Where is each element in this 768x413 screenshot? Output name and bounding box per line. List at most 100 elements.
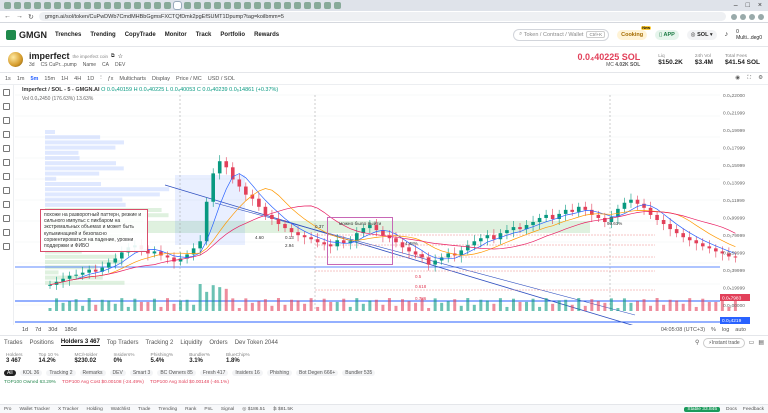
browser-tab[interactable] (64, 2, 71, 9)
browser-tab[interactable] (144, 2, 151, 9)
tab-item[interactable]: Trades (4, 340, 22, 346)
browser-tab[interactable] (254, 2, 261, 9)
usd-sol-toggle[interactable]: USD / SOL (208, 76, 235, 82)
browser-tab[interactable] (74, 2, 81, 9)
token-link-name[interactable]: Name (83, 62, 96, 68)
nav-trending[interactable]: Trending (90, 32, 115, 38)
nav-rewards[interactable]: Rewards (254, 32, 279, 38)
camera-icon[interactable]: ◉ (735, 75, 740, 82)
nav-trenches[interactable]: Trenches (55, 32, 81, 38)
tab-item[interactable]: Orders (209, 340, 227, 346)
interval-15m[interactable]: 15m (44, 76, 55, 82)
token-link-ca[interactable]: CA (102, 62, 109, 68)
extension-icon[interactable] (740, 13, 746, 20)
browser-tab[interactable] (14, 2, 21, 9)
footer-link[interactable]: Watchlist (111, 407, 130, 412)
footer-link[interactable]: Trending (158, 407, 177, 412)
browser-tab[interactable] (194, 2, 201, 9)
wallet-menu[interactable]: 0 Multi...deg0 (736, 29, 762, 41)
footer-link[interactable]: Holding (86, 407, 102, 412)
browser-tab[interactable] (294, 2, 301, 9)
browser-tab[interactable] (34, 2, 41, 9)
browser-tab[interactable] (244, 2, 251, 9)
browser-tab[interactable] (184, 2, 191, 9)
filter-chip[interactable]: Smart 3 (129, 369, 154, 376)
filter-chip[interactable]: DEV (109, 369, 126, 376)
analysis-note[interactable]: похоже на разворотный паттерн, резкие и … (40, 209, 148, 253)
interval-5m[interactable]: 5m (30, 76, 38, 82)
browser-tab[interactable] (154, 2, 161, 9)
range-1d[interactable]: 1d (22, 327, 28, 333)
browser-tab[interactable] (134, 2, 141, 9)
trash-icon[interactable] (3, 243, 10, 250)
filter-chip[interactable]: All (4, 369, 16, 376)
tab-item[interactable]: Tracking 2 (146, 340, 174, 346)
range-7d[interactable]: 7d (35, 327, 41, 333)
footer-link[interactable]: Trade (138, 407, 150, 412)
footer-link[interactable]: Pro (4, 407, 11, 412)
crosshair-icon[interactable] (3, 89, 10, 96)
close-icon[interactable]: × (758, 2, 762, 9)
profile-icon[interactable] (758, 13, 764, 20)
nav-copytrade[interactable]: CopyTrade (125, 32, 156, 38)
interval-4H[interactable]: 4H (74, 76, 81, 82)
fib-icon[interactable] (3, 117, 10, 124)
tab-item[interactable]: Dev Token 2044 (235, 340, 278, 346)
browser-tab[interactable] (314, 2, 321, 9)
browser-tab[interactable] (4, 2, 11, 9)
interval-1H[interactable]: 1H (61, 76, 68, 82)
browser-tab[interactable] (104, 2, 111, 9)
range-30d[interactable]: 30d (48, 327, 57, 333)
browser-tab[interactable] (214, 2, 221, 9)
network-select[interactable]: ◎ SOL ▾ (686, 29, 717, 40)
filter-chip[interactable]: Bundler 535 (342, 369, 376, 376)
browser-tab[interactable] (84, 2, 91, 9)
maximize-icon[interactable]: □ (746, 2, 750, 9)
filter-chip[interactable]: KOL 36 (19, 369, 43, 376)
expand-icon[interactable]: ▭ (749, 339, 755, 346)
browser-tab[interactable] (274, 2, 281, 9)
footer-link[interactable]: Signal (221, 407, 234, 412)
feedback-link[interactable]: Feedback (743, 407, 764, 412)
browser-tab[interactable] (334, 2, 341, 9)
browser-tab[interactable] (124, 2, 131, 9)
browser-tab[interactable] (264, 2, 271, 9)
percent-toggle[interactable]: % (711, 327, 716, 333)
instant-trade-button[interactable]: ⚡Instant trade (703, 337, 745, 348)
filter-chip[interactable]: Fresh 417 (199, 369, 229, 376)
text-icon[interactable] (3, 145, 10, 152)
footer-link[interactable]: Rank (185, 407, 196, 412)
browser-tab[interactable] (54, 2, 61, 9)
browser-tab[interactable] (44, 2, 51, 9)
back-icon[interactable]: ← (4, 13, 11, 20)
extension-icon[interactable] (731, 13, 737, 20)
browser-tab[interactable] (204, 2, 211, 9)
filter-chip[interactable]: Bot Degen 666+ (296, 369, 339, 376)
browser-tab[interactable] (24, 2, 31, 9)
log-toggle[interactable]: log (722, 327, 729, 333)
interval-1s[interactable]: 1s (5, 76, 11, 82)
tab-item[interactable]: Liquidity (180, 340, 202, 346)
exit-note[interactable]: можно было выйти (327, 217, 393, 265)
bell-icon[interactable]: ♪ (725, 31, 729, 38)
indicators-icon[interactable]: ƒx (108, 76, 114, 82)
search-input[interactable]: ⌕ Token / Contract / Wallet Ctrl+K (513, 28, 610, 41)
cooking-button[interactable]: Cooking New (617, 25, 652, 40)
footer-link[interactable]: PnL (204, 407, 213, 412)
interval-1D[interactable]: 1D (87, 76, 94, 82)
copy-icon[interactable]: ⧉ (111, 53, 115, 59)
footer-link[interactable]: Wallet Tracker (19, 407, 49, 412)
filter-chip[interactable]: Phishing (266, 369, 293, 376)
app-button[interactable]: ▯ APP (655, 29, 679, 40)
browser-tab[interactable] (224, 2, 231, 9)
auto-toggle[interactable]: auto (735, 327, 746, 333)
tab-item[interactable]: Positions (29, 340, 53, 346)
reload-icon[interactable]: ↻ (28, 13, 34, 21)
browser-tab[interactable] (164, 2, 171, 9)
trendline-icon[interactable] (3, 103, 10, 110)
range-180d[interactable]: 180d (64, 327, 76, 333)
forward-icon[interactable]: → (16, 13, 23, 20)
filter-icon[interactable]: ⚲ (695, 339, 699, 346)
pattern-icon[interactable] (3, 159, 10, 166)
multicharts-button[interactable]: Multicharts (119, 76, 146, 82)
